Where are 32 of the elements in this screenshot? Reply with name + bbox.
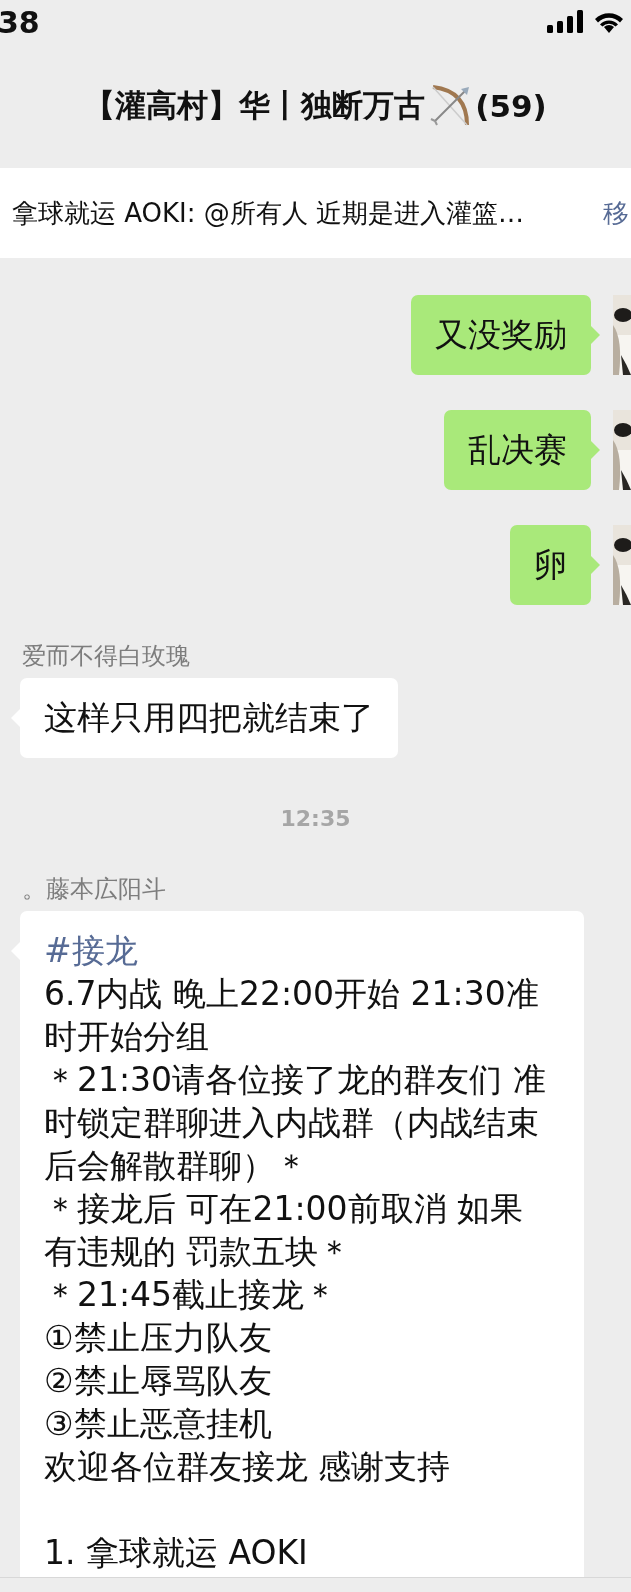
announcement-text: 拿球就运 AOKI: @所有人 近期是进入灌篮… [12,196,525,230]
announcement-link[interactable]: 移 [603,195,629,231]
message-line: 6.7内战 晚上22:00开始 21:30准 [44,973,540,1015]
sender-name: 爱而不得白玫瑰 [22,641,190,672]
message-line: ＊21:30请各位接了龙的群友们 准 [44,1059,547,1101]
message-line: 1. 拿球就运 AOKI [44,1532,309,1574]
message-line: ＊接龙后 可在21:00前取消 如果 [44,1188,525,1230]
wifi-icon [593,10,625,34]
message-line: 欢迎各位群友接龙 感谢支持 [44,1446,452,1488]
chat-title: 【灌高村】华丨独断万古 [84,86,426,125]
message-line: ①禁止压力队友 [44,1317,273,1359]
message-line: 时开始分组 [44,1016,210,1058]
pinned-announcement[interactable]: 拿球就运 AOKI: @所有人 近期是进入灌篮… 移 [0,168,631,258]
message-line: ③禁止恶意挂机 [44,1403,273,1445]
message-line: 有违规的 罚款五块＊ [44,1231,353,1273]
bubble-tail-icon [591,556,600,574]
message-line: ②禁止辱骂队友 [44,1360,273,1402]
message-line: 时锁定群聊进入内战群（内战结束 [44,1102,540,1144]
message-line: ＊21:45截止接龙＊ [44,1274,339,1316]
hashtag-link[interactable]: #接龙 [44,929,560,972]
message-bubble: 又没奖励 [411,295,591,375]
sender-name: 。藤本広阳斗 [22,874,166,905]
signal-icon [547,10,585,34]
message-line: 后会解散群聊）＊ [44,1145,309,1187]
message-bubble: 卵 [510,525,591,605]
timestamp: 12:35 [280,806,351,831]
message-bubble: 乱决赛 [444,410,591,490]
message-bubble: 这样只用四把就结束了 [20,678,398,758]
member-count: (59) [475,88,547,124]
bubble-tail-icon [591,441,600,459]
bubble-tail-icon [591,326,600,344]
status-time: 38 [0,4,40,40]
